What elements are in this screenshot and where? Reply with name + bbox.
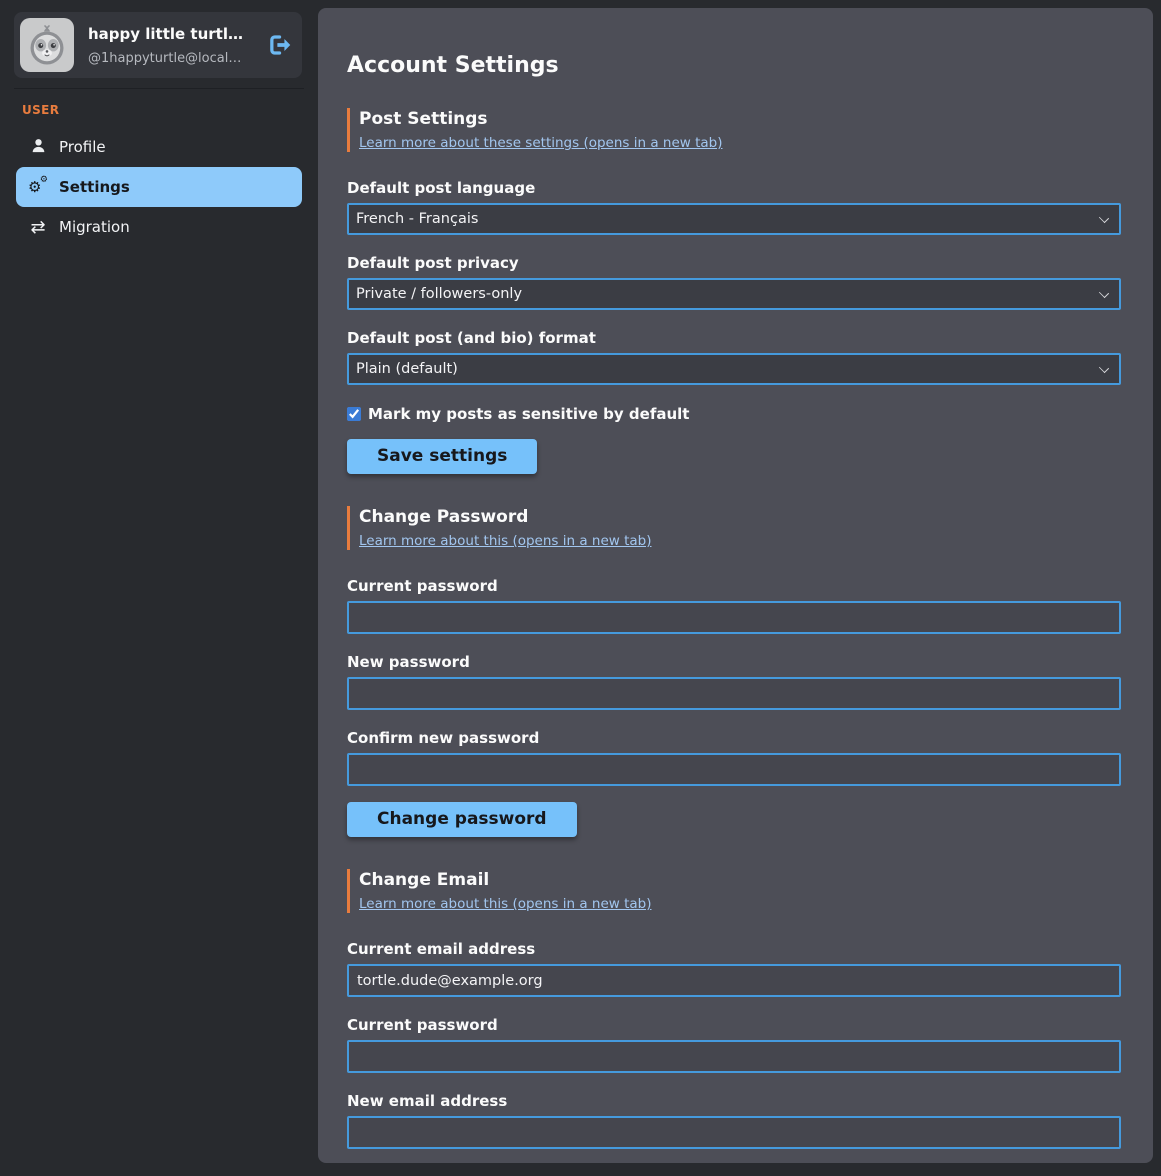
- change-password-learn-more-link[interactable]: Learn more about this (opens in a new ta…: [359, 532, 652, 550]
- sidebar-divider: [14, 88, 304, 89]
- change-email-heading: Change Email: [359, 869, 1121, 892]
- confirm-new-password-label: Confirm new password: [347, 728, 1121, 748]
- current-email-input[interactable]: [347, 964, 1121, 997]
- email-current-password-input[interactable]: [347, 1040, 1121, 1073]
- post-settings-learn-more-link[interactable]: Learn more about these settings (opens i…: [359, 134, 722, 152]
- account-settings-panel: Account Settings Post Settings Learn mor…: [318, 8, 1153, 1163]
- gears-icon: ⚙⚙: [28, 179, 48, 196]
- save-settings-button[interactable]: Save settings: [347, 439, 537, 474]
- sidebar-item-label: Settings: [59, 178, 130, 196]
- change-email-header: Change Email Learn more about this (open…: [347, 869, 1121, 913]
- default-post-privacy-select-wrap: Private / followers-only: [347, 278, 1121, 310]
- sign-out-icon[interactable]: [266, 32, 292, 58]
- email-current-password-label: Current password: [347, 1015, 1121, 1035]
- change-password-header: Change Password Learn more about this (o…: [347, 506, 1121, 550]
- change-password-button[interactable]: Change password: [347, 802, 577, 837]
- new-email-input[interactable]: [347, 1116, 1121, 1149]
- sidebar-item-settings[interactable]: ⚙⚙ Settings: [16, 167, 302, 207]
- sloth-avatar: [20, 18, 74, 72]
- default-post-language-select-wrap: French - Français: [347, 203, 1121, 235]
- post-settings-header: Post Settings Learn more about these set…: [347, 108, 1121, 152]
- default-post-format-label: Default post (and bio) format: [347, 328, 1121, 348]
- default-post-format-select-wrap: Plain (default): [347, 353, 1121, 385]
- user-card[interactable]: happy little turtl… @1happyturtle@local…: [14, 12, 302, 78]
- sensitive-by-default-row: Mark my posts as sensitive by default: [347, 405, 1121, 423]
- sidebar-item-label: Profile: [59, 138, 106, 156]
- new-password-label: New password: [347, 652, 1121, 672]
- default-post-language-label: Default post language: [347, 178, 1121, 198]
- default-post-language-select[interactable]: French - Français: [347, 203, 1121, 235]
- sensitive-by-default-checkbox[interactable]: [347, 407, 361, 421]
- user-display-name: happy little turtl…: [88, 24, 252, 45]
- default-post-privacy-select[interactable]: Private / followers-only: [347, 278, 1121, 310]
- confirm-new-password-input[interactable]: [347, 753, 1121, 786]
- current-password-input[interactable]: [347, 601, 1121, 634]
- sensitive-by-default-label[interactable]: Mark my posts as sensitive by default: [368, 405, 689, 423]
- sidebar-item-label: Migration: [59, 218, 130, 236]
- page-title: Account Settings: [347, 52, 1121, 80]
- new-email-label: New email address: [347, 1091, 1121, 1111]
- current-email-label: Current email address: [347, 939, 1121, 959]
- current-password-label: Current password: [347, 576, 1121, 596]
- change-email-learn-more-link[interactable]: Learn more about this (opens in a new ta…: [359, 895, 652, 913]
- user-info: happy little turtl… @1happyturtle@local…: [88, 24, 252, 67]
- post-settings-heading: Post Settings: [359, 108, 1121, 131]
- sidebar-nav: Profile ⚙⚙ Settings ⇄ Migration: [0, 127, 318, 247]
- sidebar-item-profile[interactable]: Profile: [16, 127, 302, 167]
- exchange-arrows-icon: ⇄: [28, 219, 48, 236]
- sidebar: happy little turtl… @1happyturtle@local……: [0, 0, 318, 1176]
- change-password-heading: Change Password: [359, 506, 1121, 529]
- user-handle: @1happyturtle@local…: [88, 50, 252, 67]
- user-icon: [28, 138, 48, 157]
- default-post-format-select[interactable]: Plain (default): [347, 353, 1121, 385]
- sidebar-item-migration[interactable]: ⇄ Migration: [16, 207, 302, 247]
- sidebar-section-label: USER: [22, 103, 318, 117]
- default-post-privacy-label: Default post privacy: [347, 253, 1121, 273]
- new-password-input[interactable]: [347, 677, 1121, 710]
